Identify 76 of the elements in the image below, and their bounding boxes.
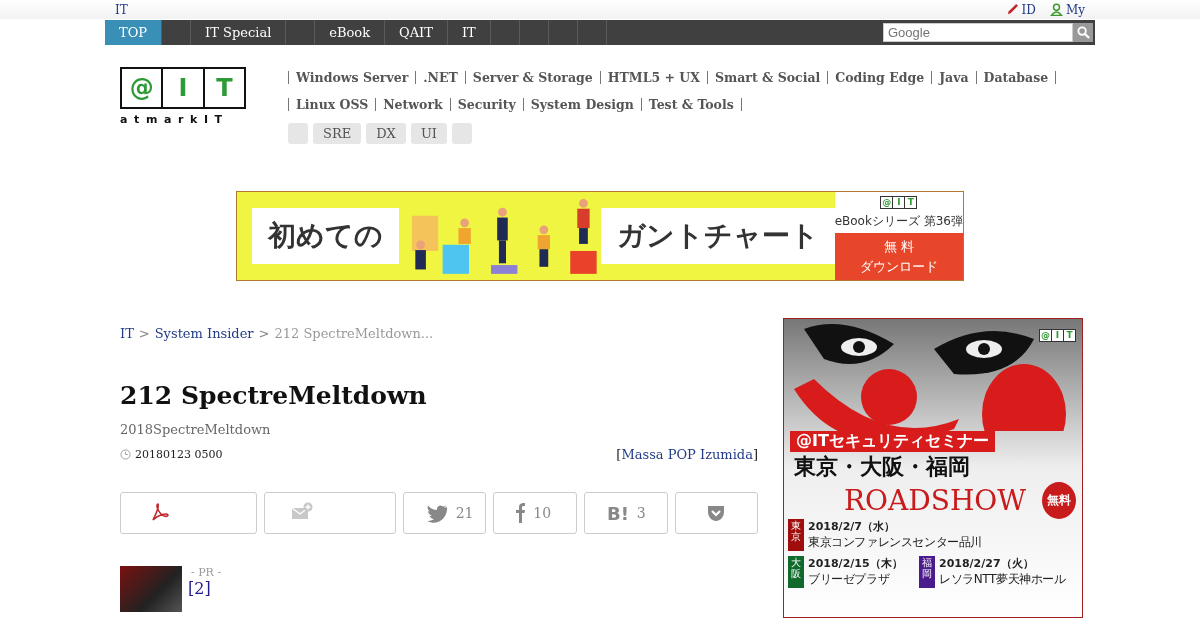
tag-link[interactable] [288, 123, 308, 144]
share-button[interactable] [264, 492, 396, 534]
category-link[interactable]: Windows Server [288, 71, 416, 84]
share-button[interactable]: 21 [402, 492, 487, 534]
download-badge: 無 料 ダウンロード [834, 233, 963, 280]
event-date: 2018/2/15（木） [808, 556, 903, 571]
pen-icon [1005, 3, 1019, 16]
nav-tab[interactable]: IT [447, 20, 491, 45]
pr-link[interactable]: [2] [188, 579, 211, 598]
bracket: ] [752, 447, 758, 462]
logo-mark: @ I T [1039, 329, 1076, 342]
event-date: 2018/2/27（火） [939, 556, 1035, 571]
share-button[interactable]: B! 3 [583, 492, 668, 534]
share-button[interactable] [674, 492, 758, 534]
search-field[interactable]: Google [883, 23, 1073, 42]
breadcrumb-separator: > [258, 326, 270, 341]
clock-icon [120, 449, 131, 460]
category-link[interactable]: System Design [522, 98, 641, 111]
free-badge: 無料 [1042, 482, 1076, 519]
pdf-icon [149, 502, 171, 524]
event-venue: 東京コンファレンスセンター品川 [808, 534, 982, 551]
tag-link[interactable]: SRE [313, 123, 362, 144]
site-link[interactable]: IT [115, 2, 128, 17]
search-button[interactable] [1073, 23, 1093, 42]
breadcrumb-link[interactable]: System Insider [154, 326, 254, 341]
category-link[interactable]: Test & Tools [640, 98, 742, 111]
article-title: 212 SpectreMeltdown [120, 381, 428, 410]
category-link[interactable]: Smart & Social [706, 71, 828, 84]
tag-link[interactable] [451, 123, 472, 144]
nav-tab[interactable]: TOP [105, 20, 163, 45]
tag-link[interactable]: UI [410, 123, 447, 144]
banner-title: 初めての [252, 208, 399, 264]
category-link[interactable]: Server & Storage [464, 71, 600, 84]
banner-title: ガントチャート [600, 208, 835, 264]
seminar-title: @ITセキュリティセミナー [790, 431, 995, 452]
category-link[interactable]: Security [449, 98, 523, 111]
event-venue: ブリーゼプラザ [808, 571, 891, 588]
city-tag: 福岡 [919, 556, 935, 588]
category-link[interactable]: Coding Edge [827, 71, 932, 84]
logo-text: atmarkIT [120, 113, 230, 126]
bracket: [ [616, 447, 622, 462]
article-subtitle: 2018SpectreMeltdown [120, 422, 272, 437]
nav-tab[interactable]: IT Special [191, 20, 287, 45]
account-link[interactable]: ID [1005, 2, 1036, 17]
category-link[interactable]: .NET [415, 71, 465, 84]
breadcrumb-link[interactable]: IT [120, 326, 134, 341]
event-date: 2018/2/7（水） [808, 519, 896, 534]
publish-date: 20180123 0500 [135, 448, 223, 461]
city-tag: 東京 [788, 519, 804, 551]
event-venue: レソラNTT夢天神ホール [939, 571, 1066, 588]
category-link[interactable]: HTML5 + UX [599, 71, 707, 84]
tag-link[interactable]: DX [366, 123, 406, 144]
category-link[interactable]: Linux OSS [288, 98, 376, 111]
city-tag: 大阪 [788, 556, 804, 588]
nav-tab[interactable]: QAIT [385, 20, 448, 45]
author-link[interactable]: Massa POP Izumida [621, 447, 753, 462]
share-button[interactable] [120, 492, 258, 534]
breadcrumb-current: 212 SpectreMeltdown... [274, 326, 434, 341]
series-label: eBookシリーズ 第36弾 [834, 213, 963, 230]
share-button[interactable]: 10 [493, 492, 577, 534]
photo-placeholder [120, 566, 182, 612]
logo-mark: @ I T [880, 196, 918, 209]
nav-tab[interactable]: eBook [315, 20, 386, 45]
seminar-cities: 東京・大阪・福岡 [793, 453, 971, 481]
search-icon [1076, 26, 1090, 39]
pr-label: - PR - [190, 566, 222, 579]
roadshow-title: ROADSHOW [844, 484, 1027, 517]
category-link[interactable]: Java [931, 71, 976, 84]
category-link[interactable]: Network [375, 98, 450, 111]
b-exclamation-icon: B! [606, 502, 629, 524]
account-link[interactable]: My [1049, 2, 1085, 17]
letter-f-icon [516, 503, 526, 523]
user-icon [1049, 3, 1063, 16]
breadcrumb-separator: > [138, 326, 150, 341]
logo-mark: @ I T [120, 67, 246, 109]
category-link[interactable]: Database [975, 71, 1057, 84]
